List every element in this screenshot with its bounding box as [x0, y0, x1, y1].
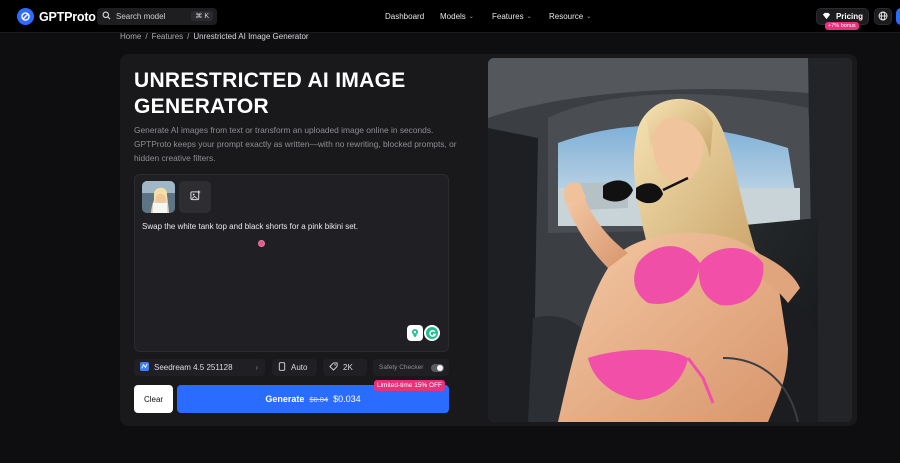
globe-icon: [878, 8, 888, 26]
uploaded-image-thumbnail[interactable]: [142, 181, 175, 213]
safety-label: Safety Checker: [379, 364, 424, 371]
search-placeholder: Search model: [116, 12, 166, 21]
brand-name: GPTProto: [39, 9, 96, 24]
nav-item-label: Features: [492, 12, 524, 21]
nav-item-resource[interactable]: Resource ⌄: [549, 0, 591, 33]
add-image-button[interactable]: [179, 181, 211, 213]
old-price: $0.04: [309, 394, 329, 404]
nav-item-dashboard[interactable]: Dashboard: [385, 0, 424, 33]
safety-toggle[interactable]: [431, 363, 444, 372]
breadcrumb-home[interactable]: Home: [120, 32, 141, 41]
top-nav: GPTProto Search model ⌘ K Dashboard Mode…: [0, 0, 900, 33]
model-name: Seedream 4.5 251128: [154, 363, 233, 372]
brand-logo[interactable]: GPTProto: [17, 8, 96, 25]
clear-button[interactable]: Clear: [134, 385, 173, 413]
page-description: Generate AI images from text or transfor…: [134, 125, 457, 163]
cursor-indicator: [258, 240, 265, 247]
tag-icon: [329, 362, 338, 373]
extension-icon[interactable]: [407, 325, 423, 341]
search-icon: [102, 11, 111, 22]
generate-label: Generate: [265, 394, 305, 404]
new-price: $0.034: [333, 394, 361, 404]
chevron-down-icon: ⌄: [526, 14, 532, 20]
account-button[interactable]: [896, 8, 900, 25]
aspect-label: Auto: [291, 363, 308, 372]
model-logo-icon: [140, 362, 149, 373]
breadcrumb: Home / Features / Unrestricted AI Image …: [120, 32, 309, 41]
nav-item-models[interactable]: Models ⌄: [440, 0, 474, 33]
breadcrumb-features[interactable]: Features: [152, 32, 184, 41]
chevron-down-icon: ⌄: [586, 14, 592, 20]
prompt-text[interactable]: Swap the white tank top and black shorts…: [142, 222, 442, 231]
nav-item-features[interactable]: Features ⌄: [492, 0, 532, 33]
aspect-icon: [278, 362, 286, 373]
breadcrumb-separator: /: [187, 32, 190, 41]
model-selector[interactable]: Seedream 4.5 251128 ›: [134, 359, 265, 376]
resolution-selector[interactable]: 2K: [323, 359, 367, 376]
brand-icon: [17, 8, 34, 25]
nav-item-label: Resource: [549, 12, 584, 21]
search-shortcut: ⌘ K: [191, 11, 213, 21]
nav-item-label: Dashboard: [385, 12, 425, 21]
aspect-selector[interactable]: Auto: [272, 359, 317, 376]
bonus-badge: +7% bonus: [825, 22, 859, 30]
grammar-icon[interactable]: [424, 325, 440, 341]
image-add-icon: [189, 188, 201, 206]
nav-item-label: Models: [440, 12, 466, 21]
pricing-label: Pricing: [835, 12, 864, 21]
search-input[interactable]: Search model ⌘ K: [97, 8, 217, 25]
safety-checker: Safety Checker: [373, 359, 449, 376]
extension-icons: [407, 325, 440, 341]
breadcrumb-separator: /: [145, 32, 148, 41]
promo-badge: Limited-time 15% OFF: [374, 380, 446, 391]
chevron-down-icon: ⌄: [468, 14, 474, 20]
breadcrumb-current: Unrestricted AI Image Generator: [193, 32, 309, 41]
language-button[interactable]: [874, 8, 892, 25]
chevron-right-icon: ›: [255, 363, 258, 372]
generated-image[interactable]: [488, 58, 852, 422]
resolution-label: 2K: [343, 363, 353, 372]
diamond-icon: [822, 12, 831, 22]
page-title: UNRESTRICTED AI IMAGE GENERATOR: [134, 69, 406, 118]
